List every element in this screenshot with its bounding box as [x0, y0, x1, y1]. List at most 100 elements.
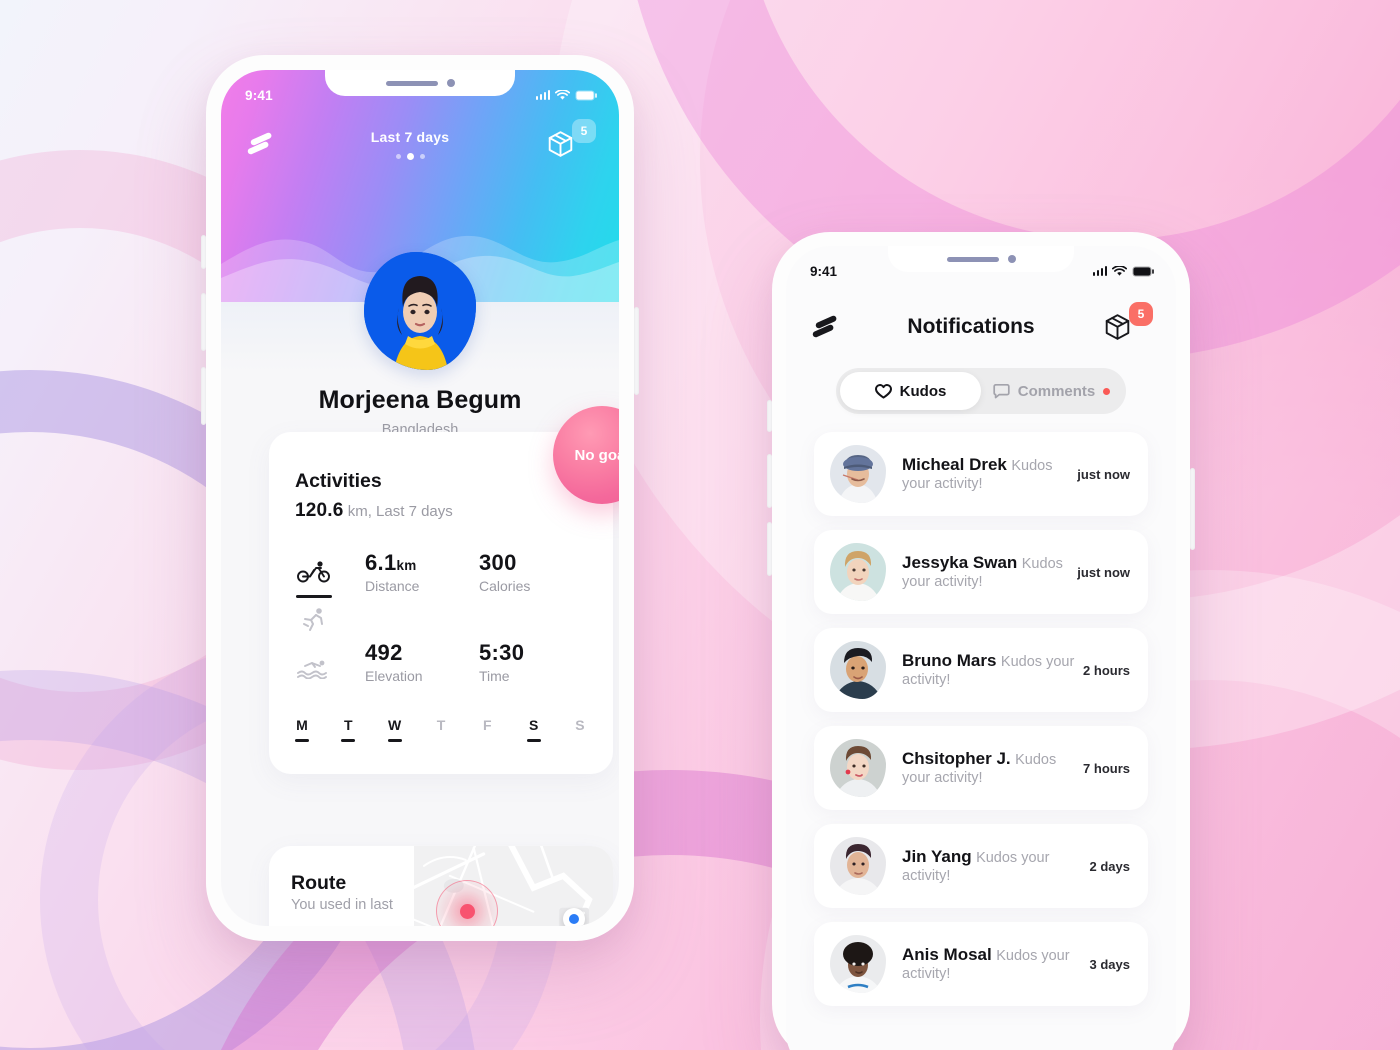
list-item[interactable]: Bruno Mars Kudos your activity! 2 hours	[814, 628, 1148, 712]
package-badge: 5	[572, 119, 596, 143]
stat-distance-unit: km	[396, 558, 417, 573]
phone1-volume-down[interactable]	[201, 367, 206, 425]
notification-time: 2 hours	[1083, 662, 1130, 678]
package-box-icon	[1105, 314, 1130, 340]
profile-screen: 9:41 Last 7 days 5 Morjeena Begum Bangla…	[221, 70, 619, 926]
phone2-power-button[interactable]	[1190, 468, 1195, 550]
avatar	[830, 641, 886, 699]
app-logo-icon[interactable]	[246, 131, 273, 155]
notification-name: Chsitopher J.	[902, 749, 1011, 768]
package-badge: 5	[1128, 302, 1153, 326]
weekday-selector: M T W T F S S	[295, 717, 587, 742]
phone-mockup-profile: 9:41 Last 7 days 5 Morjeena Begum Bangla…	[201, 55, 639, 941]
avatar[interactable]	[364, 252, 476, 370]
avatar	[830, 739, 886, 797]
stat-time-value: 5:30	[479, 640, 525, 665]
no-goal-button[interactable]: No goal	[553, 406, 619, 504]
avatar-illustration	[364, 252, 476, 370]
stat-distance-value: 6.1	[365, 550, 397, 575]
package-box-icon	[548, 131, 573, 157]
swimming-glyph	[297, 660, 327, 679]
avatar-illustration	[830, 739, 886, 797]
day-sat[interactable]: S	[526, 717, 541, 742]
avatar-illustration	[830, 837, 886, 895]
notification-time: just now	[1077, 564, 1130, 580]
cycling-glyph	[297, 561, 330, 583]
notification-time: 3 days	[1089, 956, 1130, 972]
phone1-status-bar: 9:41	[221, 70, 619, 112]
notification-name: Anis Mosal	[902, 945, 992, 964]
avatar-illustration	[830, 543, 886, 601]
stat-elevation-label: Elevation	[365, 668, 423, 684]
notifications-list: Micheal Drek Kudos your activity! just n…	[814, 432, 1148, 1020]
avatar	[830, 837, 886, 895]
current-location-marker	[563, 908, 585, 926]
day-mon[interactable]: M	[295, 717, 309, 742]
pager-dot-1[interactable]	[395, 153, 401, 159]
stat-time-label: Time	[479, 668, 510, 684]
list-item[interactable]: Anis Mosal Kudos your activity! 3 days	[814, 922, 1148, 1006]
package-button[interactable]: 5	[1104, 302, 1153, 345]
notification-name: Micheal Drek	[902, 455, 1007, 474]
activities-summary: 120.6 km, Last 7 days	[295, 500, 453, 522]
avatar	[830, 543, 886, 601]
stat-elevation: 492 Elevation	[365, 640, 479, 684]
phone2-mute-switch[interactable]	[767, 400, 772, 432]
unread-dot	[1103, 387, 1111, 395]
notifications-header-bar: Notifications 5	[786, 302, 1176, 350]
stats-row-1: 6.1km Distance 300 Calories	[365, 550, 593, 594]
running-icon[interactable]	[291, 596, 337, 644]
list-item[interactable]: Chsitopher J. Kudos your activity! 7 hou…	[814, 726, 1148, 810]
phone1-power-button[interactable]	[634, 307, 639, 395]
list-item[interactable]: Jin Yang Kudos your activity! 2 days	[814, 824, 1148, 908]
day-fri[interactable]: F	[480, 717, 494, 742]
day-tue[interactable]: T	[341, 717, 356, 742]
wifi-icon	[1112, 265, 1127, 276]
design-mockup-canvas: 9:41 Last 7 days 5 Morjeena Begum Bangla…	[0, 0, 1400, 1050]
phone2-volume-up[interactable]	[767, 454, 772, 508]
heart-icon	[874, 383, 892, 399]
avatar	[830, 935, 886, 993]
pager-dot-2[interactable]	[406, 152, 414, 160]
phone2-volume-down[interactable]	[767, 522, 772, 576]
tab-kudos[interactable]: Kudos	[840, 372, 981, 410]
route-card[interactable]: Route You used in last 7 days	[269, 846, 613, 926]
avatar-illustration	[830, 445, 886, 503]
day-wed[interactable]: W	[387, 717, 402, 742]
activity-mode-switcher	[291, 548, 337, 692]
app-logo-icon[interactable]	[811, 314, 838, 338]
profile-header-bar: Last 7 days 5	[221, 116, 619, 172]
stat-calories: 300 Calories	[479, 550, 593, 594]
page-title: Notifications	[907, 315, 1035, 338]
day-sun[interactable]: S	[573, 717, 587, 742]
cellular-bars-icon	[1092, 266, 1107, 276]
notification-name: Jin Yang	[902, 847, 972, 866]
battery-icon	[1132, 266, 1154, 276]
day-thu[interactable]: T	[434, 717, 448, 742]
stat-calories-value: 300	[479, 550, 517, 575]
wifi-icon	[555, 89, 570, 100]
battery-icon	[575, 90, 597, 100]
tab-comments-label: Comments	[1017, 382, 1096, 400]
cycling-icon[interactable]	[291, 548, 337, 598]
notification-name: Jessyka Swan	[902, 553, 1018, 572]
list-item[interactable]: Micheal Drek Kudos your activity! just n…	[814, 432, 1148, 516]
list-item[interactable]: Jessyka Swan Kudos your activity! just n…	[814, 530, 1148, 614]
phone1-mute-switch[interactable]	[201, 235, 206, 269]
notification-time: just now	[1077, 466, 1130, 482]
swimming-icon[interactable]	[291, 644, 337, 692]
tab-comments[interactable]: Comments	[981, 372, 1122, 410]
activities-card: Activities 120.6 km, Last 7 days No goal	[269, 406, 619, 774]
phone-mockup-notifications: 9:41 Notifications 5 Kudos Comments Mich…	[767, 232, 1195, 1050]
pager-dot-3[interactable]	[419, 153, 425, 159]
cellular-bars-icon	[535, 90, 550, 100]
notifications-tab-bar: Kudos Comments	[836, 368, 1126, 414]
comment-bubble-icon	[993, 383, 1010, 398]
status-time: 9:41	[810, 263, 838, 279]
notification-time: 2 days	[1089, 858, 1130, 874]
stat-time: 5:30 Time	[479, 640, 593, 684]
phone2-status-bar: 9:41	[786, 246, 1176, 288]
pager-dots[interactable]	[371, 152, 449, 160]
phone1-volume-up[interactable]	[201, 293, 206, 351]
package-button[interactable]: 5	[547, 119, 596, 162]
